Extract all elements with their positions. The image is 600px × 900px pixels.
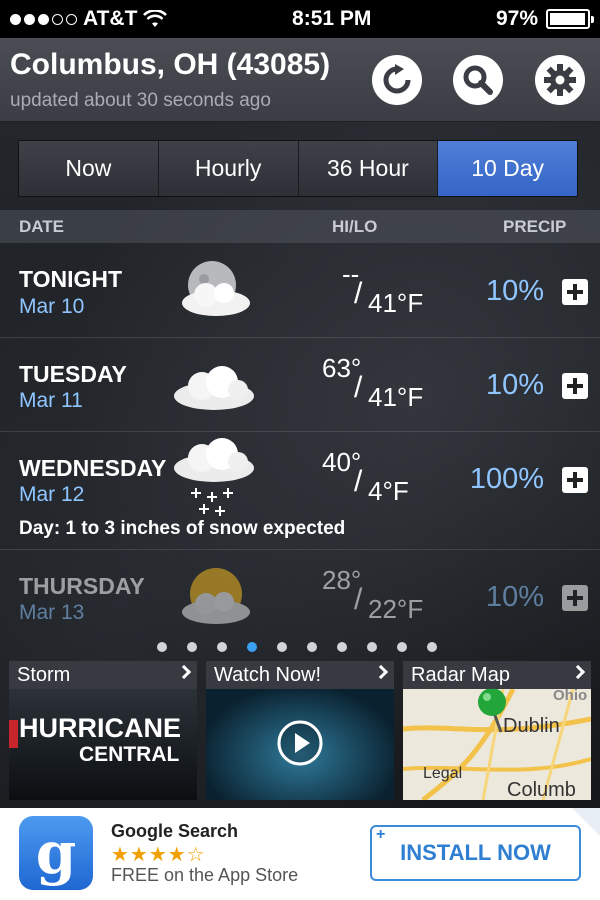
battery-percent: 97%	[495, 7, 538, 30]
tab-10-day[interactable]: 10 Day	[438, 141, 577, 196]
app-header: Columbus, OH (43085) updated about 30 se…	[0, 38, 600, 122]
updated-text: updated about 30 seconds ago	[10, 90, 271, 111]
ad-title: Google Search	[111, 821, 239, 841]
page-dot[interactable]	[397, 642, 407, 652]
snow-cloud-icon	[174, 438, 254, 516]
column-hilo: HI/LO	[332, 217, 378, 236]
forecast-lo: 22°F	[368, 594, 424, 624]
storm-card-caption-2: CENTRAL	[79, 743, 180, 766]
map-label-ohio: Ohio	[553, 687, 588, 704]
expand-button[interactable]	[562, 585, 588, 611]
page-dot[interactable]	[367, 642, 377, 652]
forecast-precip: 10%	[485, 275, 544, 307]
forecast-precip: 100%	[469, 463, 544, 495]
forecast-row[interactable]: THURSDAY Mar 13 28° / 22°F 10%	[0, 550, 600, 632]
storm-card-caption-1: HURRICANE	[19, 713, 181, 743]
forecast-date: Mar 12	[19, 483, 85, 506]
battery-icon	[546, 9, 594, 29]
forecast-note: Day: 1 to 3 inches of snow expected	[19, 518, 346, 539]
install-plus-icon: +	[376, 826, 386, 843]
gear-icon	[544, 64, 576, 96]
expand-button[interactable]	[562, 373, 588, 399]
hilo-separator: /	[354, 277, 363, 310]
ad-choices-icon[interactable]	[572, 808, 600, 836]
forecast-lo: 41°F	[368, 382, 424, 412]
radar-card-title: Radar Map	[403, 661, 591, 689]
page-dot[interactable]	[217, 642, 227, 652]
forecast-date: Mar 13	[19, 601, 85, 624]
sun-cloud-icon	[182, 568, 250, 624]
tab-now[interactable]: Now	[19, 141, 159, 196]
status-bar: AT&T 8:51 PM 97%	[0, 0, 600, 38]
forecast-tabs: Now Hourly 36 Hour 10 Day	[18, 140, 578, 197]
map-label-columbus: Columb	[507, 779, 576, 800]
forecast-lo: 41°F	[368, 288, 424, 318]
expand-button[interactable]	[562, 279, 588, 305]
page-dot[interactable]	[157, 642, 167, 652]
play-icon[interactable]	[276, 719, 324, 767]
forecast-day: TONIGHT	[19, 266, 123, 292]
map-pin-icon	[478, 688, 506, 733]
ad-subtitle: FREE on the App Store	[111, 865, 299, 885]
column-date: DATE	[19, 217, 65, 236]
forecast-precip: 10%	[485, 369, 544, 401]
hilo-separator: /	[354, 371, 363, 404]
status-right: 97%	[495, 7, 594, 31]
location-title: Columbus, OH (43085)	[10, 48, 331, 81]
forecast-precip: 10%	[485, 581, 544, 613]
status-time: 8:51 PM	[292, 7, 372, 30]
hilo-separator: /	[354, 465, 363, 498]
wifi-icon	[143, 10, 168, 27]
storm-card[interactable]: HURRICANE CENTRAL Storm	[9, 661, 197, 800]
battery-level-fill	[550, 13, 585, 25]
page-dot[interactable]	[277, 642, 287, 652]
forecast-row[interactable]: TONIGHT Mar 10 -- / 41°F 10%	[0, 243, 600, 338]
search-icon	[463, 65, 493, 95]
status-left: AT&T	[10, 7, 168, 31]
forecast-day: THURSDAY	[19, 573, 145, 599]
forecast-row[interactable]: WEDNESDAY Mar 12 40° / 4°F 100% Day: 1 t…	[0, 432, 600, 550]
forecast-row[interactable]: TUESDAY Mar 11 63° / 41°F 10%	[0, 338, 600, 432]
signal-strength-icon	[10, 13, 77, 25]
expand-button[interactable]	[562, 467, 588, 493]
ad-rating: ★★★★☆	[111, 844, 206, 866]
carrier-label: AT&T	[83, 7, 138, 30]
forecast-day: TUESDAY	[19, 361, 127, 387]
forecast-date: Mar 11	[19, 389, 83, 412]
forecast-lo: 4°F	[368, 476, 409, 506]
column-precip: PRECIP	[503, 217, 567, 236]
ad-banner[interactable]: g Google Search ★★★★☆ FREE on the App St…	[0, 808, 600, 900]
refresh-icon	[383, 64, 411, 94]
page-dot[interactable]	[247, 642, 257, 652]
refresh-button[interactable]	[372, 55, 422, 105]
video-card-title: Watch Now!	[206, 661, 394, 689]
page-dot[interactable]	[307, 642, 317, 652]
settings-button[interactable]	[535, 55, 585, 105]
column-header: DATE HI/LO PRECIP	[0, 210, 600, 243]
forecast-date: Mar 10	[19, 295, 85, 318]
video-card[interactable]: Watch Now!	[206, 661, 394, 800]
tab-36-hour[interactable]: 36 Hour	[298, 141, 439, 196]
page-indicator[interactable]	[157, 642, 437, 652]
storm-card-accent	[9, 720, 18, 748]
forecast-day: WEDNESDAY	[19, 455, 167, 481]
install-now-button[interactable]: INSTALL NOW	[370, 825, 581, 881]
page-dot[interactable]	[337, 642, 347, 652]
storm-card-title: Storm	[9, 661, 197, 689]
map-label-legal: Legal	[423, 765, 463, 782]
google-app-logo: g	[19, 816, 93, 890]
tab-hourly[interactable]: Hourly	[158, 141, 299, 196]
moon-cloud-icon	[182, 261, 250, 316]
radar-card[interactable]: Dublin Legal Columb Ohio Radar Map	[403, 661, 591, 800]
page-dot[interactable]	[427, 642, 437, 652]
page-dot[interactable]	[187, 642, 197, 652]
hilo-separator: /	[354, 583, 363, 616]
search-button[interactable]	[453, 55, 503, 105]
cloud-icon	[174, 366, 254, 410]
